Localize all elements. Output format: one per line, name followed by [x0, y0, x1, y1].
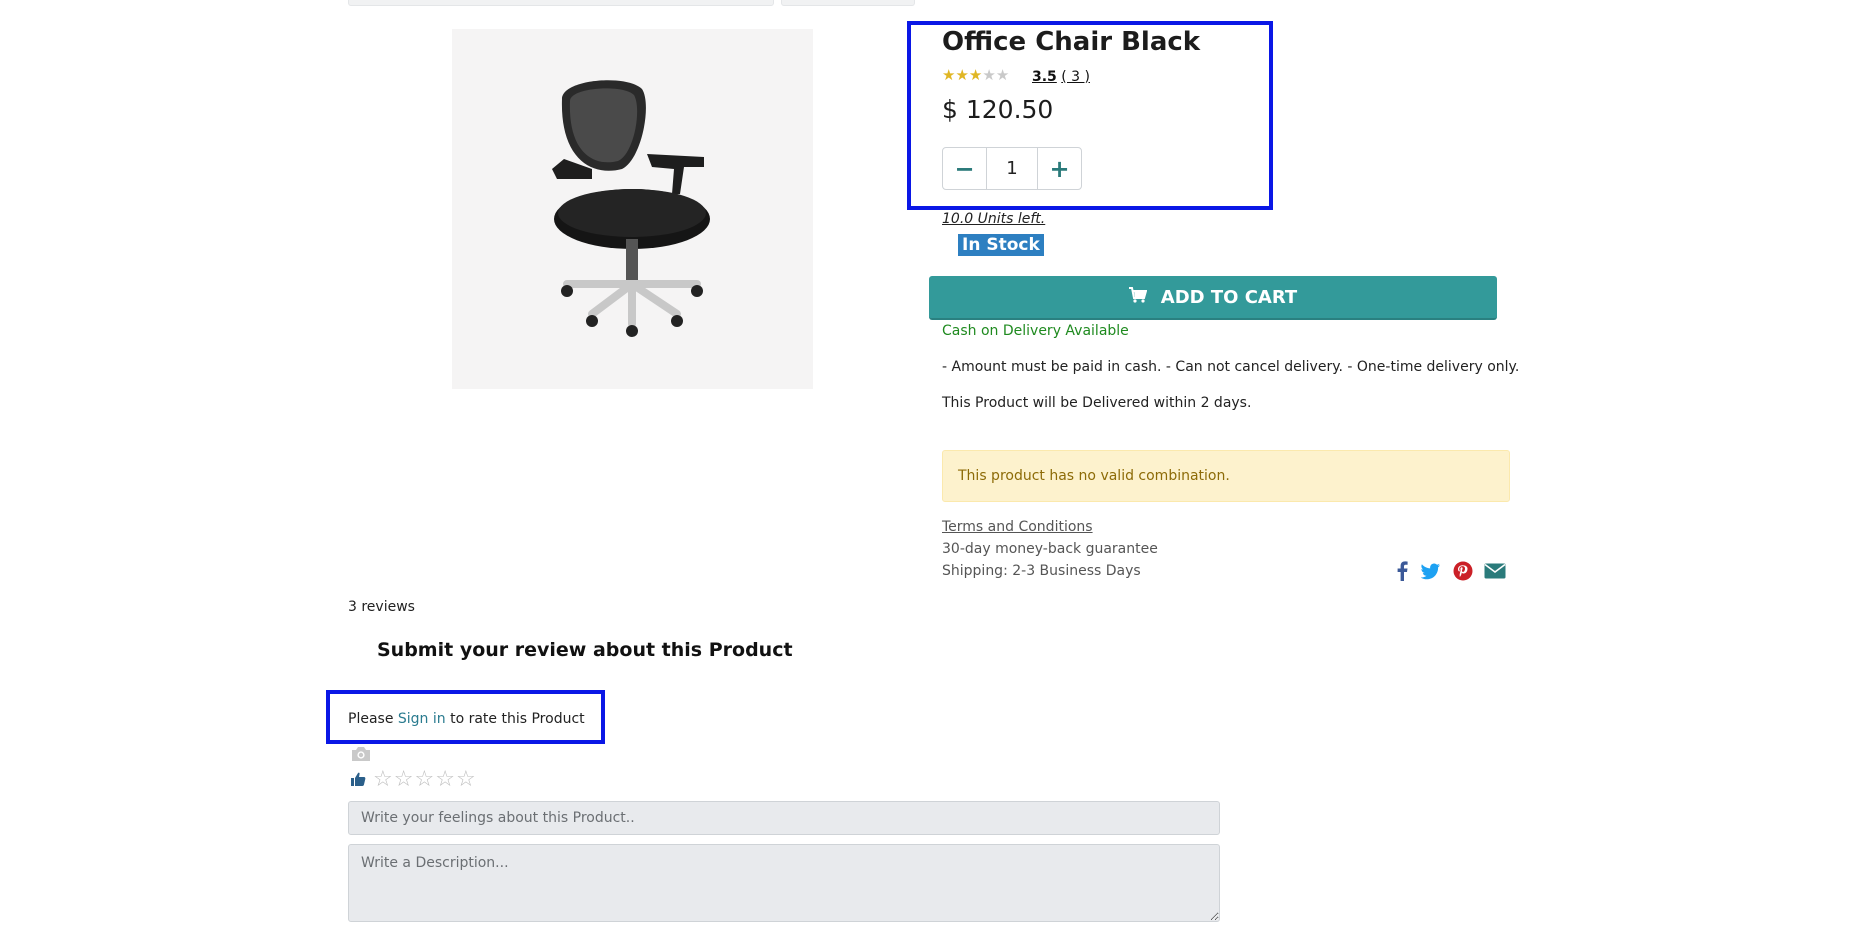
- review-description-input[interactable]: [348, 844, 1220, 922]
- reviews-count: 3 reviews: [348, 599, 415, 615]
- rate-stars: ☆☆☆☆☆: [373, 767, 477, 792]
- office-chair-image: [552, 80, 710, 337]
- minus-icon: −: [954, 154, 975, 183]
- rating-value[interactable]: 3.5: [1032, 69, 1057, 85]
- terms-link[interactable]: Terms and Conditions: [942, 519, 1093, 535]
- guarantee-text: 30-day money-back guarantee: [942, 541, 1158, 557]
- shipping-text: Shipping: 2-3 Business Days: [942, 563, 1141, 579]
- prompt-suffix: to rate this Product: [450, 711, 585, 727]
- quantity-decrease-button[interactable]: −: [943, 148, 987, 189]
- star-icon: ★: [955, 66, 969, 84]
- quantity-value[interactable]: 1: [987, 148, 1037, 189]
- shopping-cart-icon: [1128, 286, 1148, 308]
- product-image: [452, 29, 813, 389]
- alert-text: This product has no valid combination.: [958, 468, 1230, 484]
- stock-badge: In Stock: [958, 234, 1044, 256]
- cod-terms: - Amount must be paid in cash. - Can not…: [942, 359, 1520, 375]
- star-icon[interactable]: ☆: [373, 767, 394, 792]
- star-icon: ★: [995, 66, 1010, 84]
- star-icon: ★: [982, 66, 996, 84]
- quantity-stepper: − 1 +: [942, 147, 1082, 190]
- top-tab-right: [781, 0, 915, 6]
- star-icon[interactable]: ☆: [456, 767, 477, 792]
- sign-in-prompt: Please Sign in to rate this Product: [348, 711, 585, 727]
- star-icon[interactable]: ☆: [414, 767, 435, 792]
- envelope-icon[interactable]: [1484, 561, 1506, 585]
- camera-icon[interactable]: [350, 745, 372, 768]
- twitter-icon[interactable]: [1420, 561, 1441, 586]
- facebook-icon[interactable]: [1396, 561, 1408, 586]
- add-to-cart-button[interactable]: ADD TO CART: [929, 276, 1497, 320]
- add-to-cart-label: ADD TO CART: [1160, 286, 1298, 308]
- rating-summary[interactable]: 3.5 ( 3 ): [1032, 69, 1090, 85]
- delivery-info: This Product will be Delivered within 2 …: [942, 395, 1252, 411]
- units-left: 10.0 Units left.: [942, 211, 1046, 227]
- prompt-prefix: Please: [348, 711, 394, 727]
- sign-in-link[interactable]: Sign in: [398, 711, 446, 727]
- thumbs-up-icon: [351, 772, 366, 790]
- star-icon[interactable]: ☆: [435, 767, 456, 792]
- rating-count[interactable]: ( 3 ): [1061, 69, 1090, 85]
- star-icon: ★: [968, 66, 983, 84]
- star-icon[interactable]: ☆: [394, 767, 415, 792]
- product-price: $ 120.50: [942, 95, 1054, 124]
- star-icon: ★: [942, 66, 956, 84]
- pinterest-icon[interactable]: [1453, 561, 1473, 586]
- rating-stars: ★★★★★: [942, 66, 1009, 84]
- top-tab-left: [348, 0, 774, 6]
- product-title: Office Chair Black: [942, 27, 1201, 57]
- submit-review-title: Submit your review about this Product: [377, 639, 793, 661]
- plus-icon: +: [1049, 154, 1070, 183]
- review-title-input[interactable]: [348, 801, 1220, 835]
- quantity-increase-button[interactable]: +: [1037, 148, 1081, 189]
- cod-available: Cash on Delivery Available: [942, 323, 1129, 339]
- combination-alert: This product has no valid combination.: [942, 450, 1510, 502]
